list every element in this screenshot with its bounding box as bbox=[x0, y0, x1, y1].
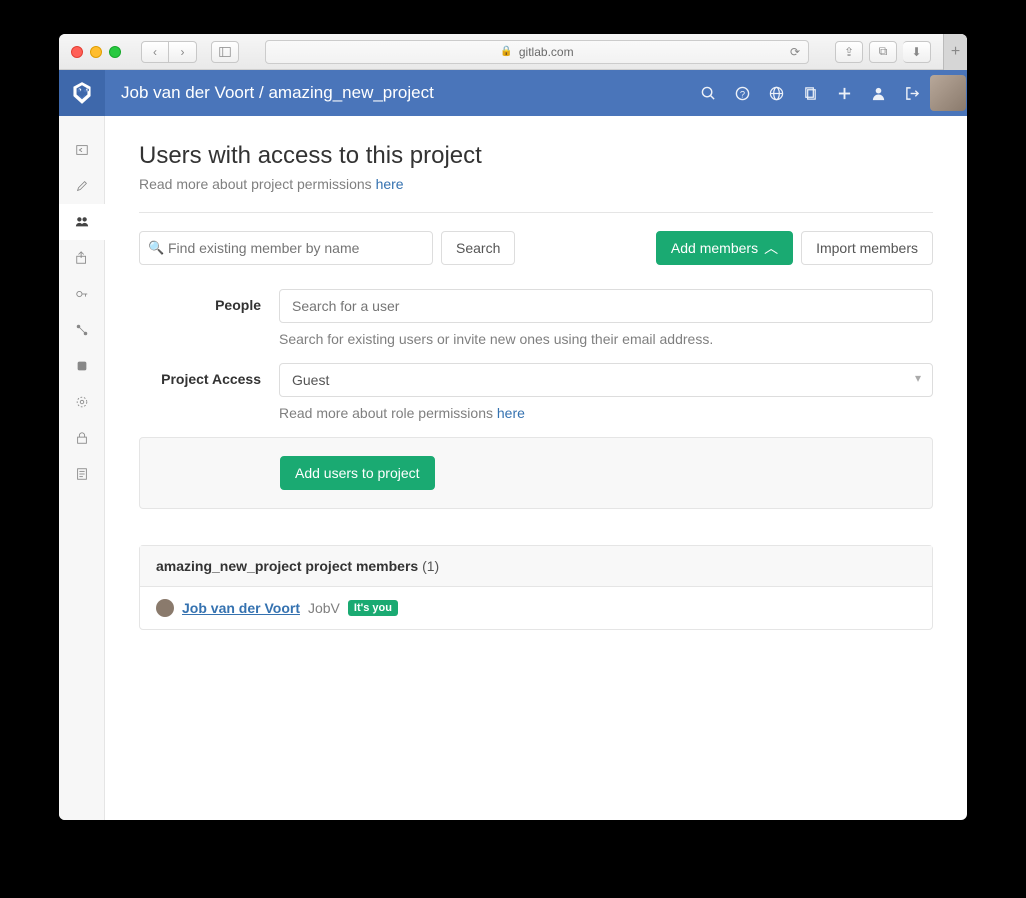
forward-button[interactable]: › bbox=[169, 41, 197, 63]
submit-row: Add users to project bbox=[139, 437, 933, 509]
member-username: JobV bbox=[308, 600, 340, 616]
find-member-wrap: 🔍 bbox=[139, 231, 433, 265]
toolbar: 🔍 Search Add members︿ Import members bbox=[139, 231, 933, 265]
titlebar: ‹ › 🔒 gitlab.com ⟳ ⇪ ⧉ ⬇ + bbox=[59, 34, 967, 70]
import-members-button[interactable]: Import members bbox=[801, 231, 933, 265]
back-button[interactable]: ‹ bbox=[141, 41, 169, 63]
nav-icons: ? bbox=[691, 70, 967, 116]
page-title: Users with access to this project bbox=[139, 142, 933, 170]
sidebar bbox=[59, 116, 105, 820]
minimize-window-icon[interactable] bbox=[90, 46, 102, 58]
body: Users with access to this project Read m… bbox=[59, 116, 967, 820]
sidebar-item-back[interactable] bbox=[59, 132, 104, 168]
people-row: People Search for existing users or invi… bbox=[139, 289, 933, 347]
divider bbox=[139, 212, 933, 213]
breadcrumb-user[interactable]: Job van der Voort bbox=[121, 83, 254, 102]
sidebar-item-deploy-keys[interactable] bbox=[59, 276, 104, 312]
member-row: Job van der Voort JobV It's you bbox=[140, 587, 932, 629]
add-users-button[interactable]: Add users to project bbox=[280, 456, 435, 490]
sidebar-item-edit[interactable] bbox=[59, 168, 104, 204]
downloads-icon[interactable]: ⬇ bbox=[903, 41, 931, 63]
help-icon[interactable]: ? bbox=[725, 70, 759, 116]
access-select[interactable]: Guest bbox=[279, 363, 933, 397]
add-members-button[interactable]: Add members︿ bbox=[656, 231, 793, 265]
files-icon[interactable] bbox=[793, 70, 827, 116]
breadcrumb: Job van der Voort / amazing_new_project bbox=[105, 83, 434, 103]
find-member-input[interactable] bbox=[139, 231, 433, 265]
people-help: Search for existing users or invite new … bbox=[279, 331, 933, 347]
gitlab-logo[interactable] bbox=[59, 70, 105, 116]
share-icon[interactable]: ⇪ bbox=[835, 41, 863, 63]
page-subtitle: Read more about project permissions here bbox=[139, 176, 933, 192]
lock-icon: 🔒 bbox=[500, 46, 512, 57]
role-permissions-link[interactable]: here bbox=[497, 405, 525, 421]
avatar[interactable] bbox=[929, 70, 967, 116]
sidebar-item-members[interactable] bbox=[59, 204, 105, 240]
sidebar-item-share[interactable] bbox=[59, 240, 104, 276]
svg-text:?: ? bbox=[739, 89, 744, 99]
maximize-window-icon[interactable] bbox=[109, 46, 121, 58]
access-row: Project Access Guest Read more about rol… bbox=[139, 363, 933, 421]
new-tab-button[interactable]: + bbox=[943, 34, 967, 70]
traffic-lights bbox=[67, 46, 121, 58]
plus-icon[interactable] bbox=[827, 70, 861, 116]
member-name[interactable]: Job van der Voort bbox=[182, 600, 300, 616]
sidebar-item-webhooks[interactable] bbox=[59, 312, 104, 348]
toolbar-right: ⇪ ⧉ ⬇ bbox=[835, 41, 931, 63]
access-help: Read more about role permissions here bbox=[279, 405, 933, 421]
sidebar-item-protected[interactable] bbox=[59, 420, 104, 456]
globe-icon[interactable] bbox=[759, 70, 793, 116]
signout-icon[interactable] bbox=[895, 70, 929, 116]
url-host: gitlab.com bbox=[519, 45, 574, 59]
sidebar-item-settings[interactable] bbox=[59, 384, 104, 420]
people-input[interactable] bbox=[279, 289, 933, 323]
close-window-icon[interactable] bbox=[71, 46, 83, 58]
browser-window: ‹ › 🔒 gitlab.com ⟳ ⇪ ⧉ ⬇ + Job van der V… bbox=[59, 34, 967, 820]
breadcrumb-project[interactable]: amazing_new_project bbox=[268, 83, 433, 102]
access-label: Project Access bbox=[139, 363, 279, 421]
search-button[interactable]: Search bbox=[441, 231, 515, 265]
tabs-icon[interactable]: ⧉ bbox=[869, 41, 897, 63]
its-you-badge: It's you bbox=[348, 600, 398, 616]
sidebar-toggle[interactable] bbox=[211, 41, 239, 63]
user-icon[interactable] bbox=[861, 70, 895, 116]
permissions-link[interactable]: here bbox=[376, 176, 404, 192]
content: Users with access to this project Read m… bbox=[105, 116, 967, 820]
people-label: People bbox=[139, 289, 279, 347]
url-bar[interactable]: 🔒 gitlab.com ⟳ bbox=[265, 40, 809, 64]
member-avatar bbox=[156, 599, 174, 617]
search-icon[interactable] bbox=[691, 70, 725, 116]
app: Job van der Voort / amazing_new_project … bbox=[59, 70, 967, 820]
chevron-up-icon: ︿ bbox=[764, 238, 778, 258]
members-count: (1) bbox=[422, 558, 439, 574]
sidebar-item-git[interactable] bbox=[59, 348, 104, 384]
top-nav: Job van der Voort / amazing_new_project … bbox=[59, 70, 967, 116]
search-icon: 🔍 bbox=[148, 240, 164, 256]
members-header: amazing_new_project project members (1) bbox=[140, 546, 932, 587]
members-panel: amazing_new_project project members (1) … bbox=[139, 545, 933, 630]
nav-buttons: ‹ › bbox=[141, 41, 197, 63]
sidebar-item-doc[interactable] bbox=[59, 456, 104, 492]
reload-icon[interactable]: ⟳ bbox=[790, 45, 800, 59]
